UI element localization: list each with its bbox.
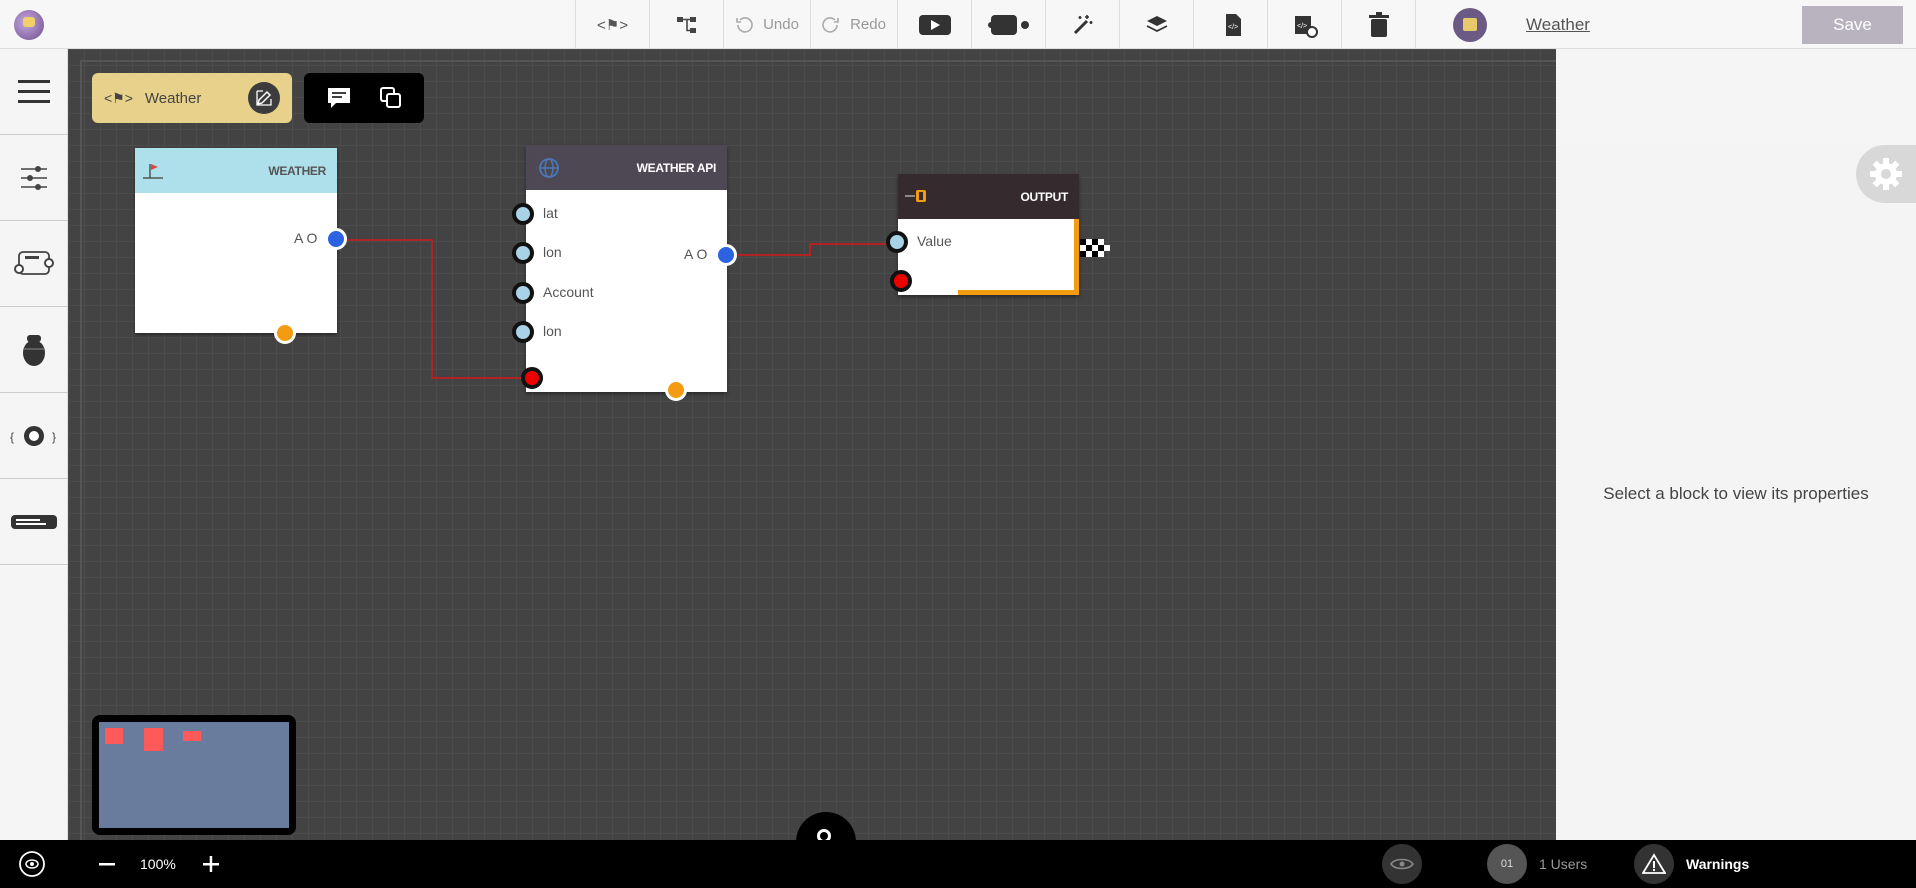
preview-circle bbox=[1382, 844, 1422, 884]
minus-icon bbox=[99, 863, 115, 866]
users-indicator[interactable]: 01 1 Users bbox=[1487, 840, 1587, 888]
users-count-badge: 01 bbox=[1500, 858, 1514, 870]
finish-flag-icon bbox=[1080, 239, 1110, 257]
api-next-port[interactable] bbox=[665, 379, 687, 401]
api-input-label-account: Account bbox=[543, 284, 594, 300]
output-block-header: OUTPUT bbox=[898, 174, 1079, 219]
output-trigger-port[interactable] bbox=[890, 270, 912, 292]
api-input-port-lon-2[interactable] bbox=[512, 321, 534, 343]
weather-block-header: WEATHER bbox=[135, 148, 337, 193]
users-label: 1 Users bbox=[1539, 856, 1588, 872]
weather-api-block-title: WEATHER API bbox=[636, 160, 717, 175]
bottom-status-bar: 100% 01 1 Users Warnings bbox=[0, 840, 1916, 888]
weather-api-block-header: WEATHER API bbox=[526, 145, 727, 190]
duplicate-icon[interactable] bbox=[379, 86, 403, 110]
weather-output-port[interactable] bbox=[325, 228, 347, 250]
zoom-in-button[interactable] bbox=[202, 840, 220, 888]
api-input-label-lat: lat bbox=[543, 205, 558, 221]
warnings-button[interactable]: Warnings bbox=[1634, 840, 1749, 888]
properties-empty-message: Select a block to view its properties bbox=[1603, 484, 1869, 503]
api-input-label-lon: lon bbox=[543, 244, 562, 260]
properties-panel: Select a block to view its properties bbox=[1556, 145, 1916, 840]
reset-view-icon bbox=[19, 851, 45, 877]
flow-name-tag[interactable]: <⚑> Weather bbox=[92, 73, 292, 123]
api-input-label-lon-2: lon bbox=[543, 323, 562, 339]
output-input-port-value[interactable] bbox=[886, 231, 908, 253]
api-output-port[interactable] bbox=[715, 244, 737, 266]
output-block-title: OUTPUT bbox=[1020, 189, 1068, 204]
weather-output-label: A O bbox=[294, 230, 318, 246]
weather-block-title: WEATHER bbox=[268, 163, 326, 178]
weather-next-port[interactable] bbox=[274, 322, 296, 344]
output-accent-bottom bbox=[958, 290, 1079, 295]
api-input-port-lat[interactable] bbox=[512, 203, 534, 225]
api-input-port-lon[interactable] bbox=[512, 242, 534, 264]
edit-flow-name-button[interactable] bbox=[248, 82, 280, 114]
output-input-label-value: Value bbox=[917, 233, 952, 249]
link-weather-to-api bbox=[347, 239, 532, 379]
minimap-block-output bbox=[183, 731, 201, 741]
zoom-out-button[interactable] bbox=[98, 840, 116, 888]
eye-icon bbox=[1390, 858, 1414, 870]
weather-block[interactable]: WEATHER A O bbox=[135, 148, 347, 344]
preview-button[interactable] bbox=[1382, 840, 1422, 888]
warning-icon bbox=[1642, 853, 1666, 874]
globe-icon bbox=[539, 158, 559, 178]
comment-icon[interactable] bbox=[326, 86, 352, 110]
flow-name-label: Weather bbox=[144, 89, 202, 107]
api-input-port-account[interactable] bbox=[512, 282, 534, 304]
api-output-label: A O bbox=[684, 246, 708, 262]
minimap[interactable] bbox=[92, 715, 296, 835]
warnings-circle bbox=[1634, 844, 1674, 884]
link-api-to-output bbox=[738, 243, 890, 256]
properties-toggle-button[interactable] bbox=[1856, 145, 1916, 203]
warnings-label: Warnings bbox=[1686, 856, 1750, 872]
reset-view-button[interactable] bbox=[16, 840, 48, 888]
users-avatar: 01 bbox=[1487, 844, 1527, 884]
canvas-actions bbox=[304, 73, 424, 123]
zoom-level: 100% bbox=[140, 856, 176, 872]
output-block[interactable]: OUTPUT Value bbox=[886, 174, 1079, 295]
minimap-block-weather bbox=[105, 728, 123, 744]
edit-icon bbox=[256, 90, 272, 106]
api-trigger-port[interactable] bbox=[521, 367, 543, 389]
flag-icon bbox=[143, 164, 163, 179]
flow-tag-icon: <⚑> bbox=[104, 89, 133, 106]
weather-api-block[interactable]: WEATHER API lat lon Account lon A O bbox=[512, 145, 737, 401]
plus-icon bbox=[203, 856, 219, 872]
minimap-block-api bbox=[144, 728, 163, 751]
minimap-viewport bbox=[99, 722, 289, 828]
output-plug-icon bbox=[905, 190, 926, 202]
gear-icon bbox=[1870, 158, 1902, 190]
